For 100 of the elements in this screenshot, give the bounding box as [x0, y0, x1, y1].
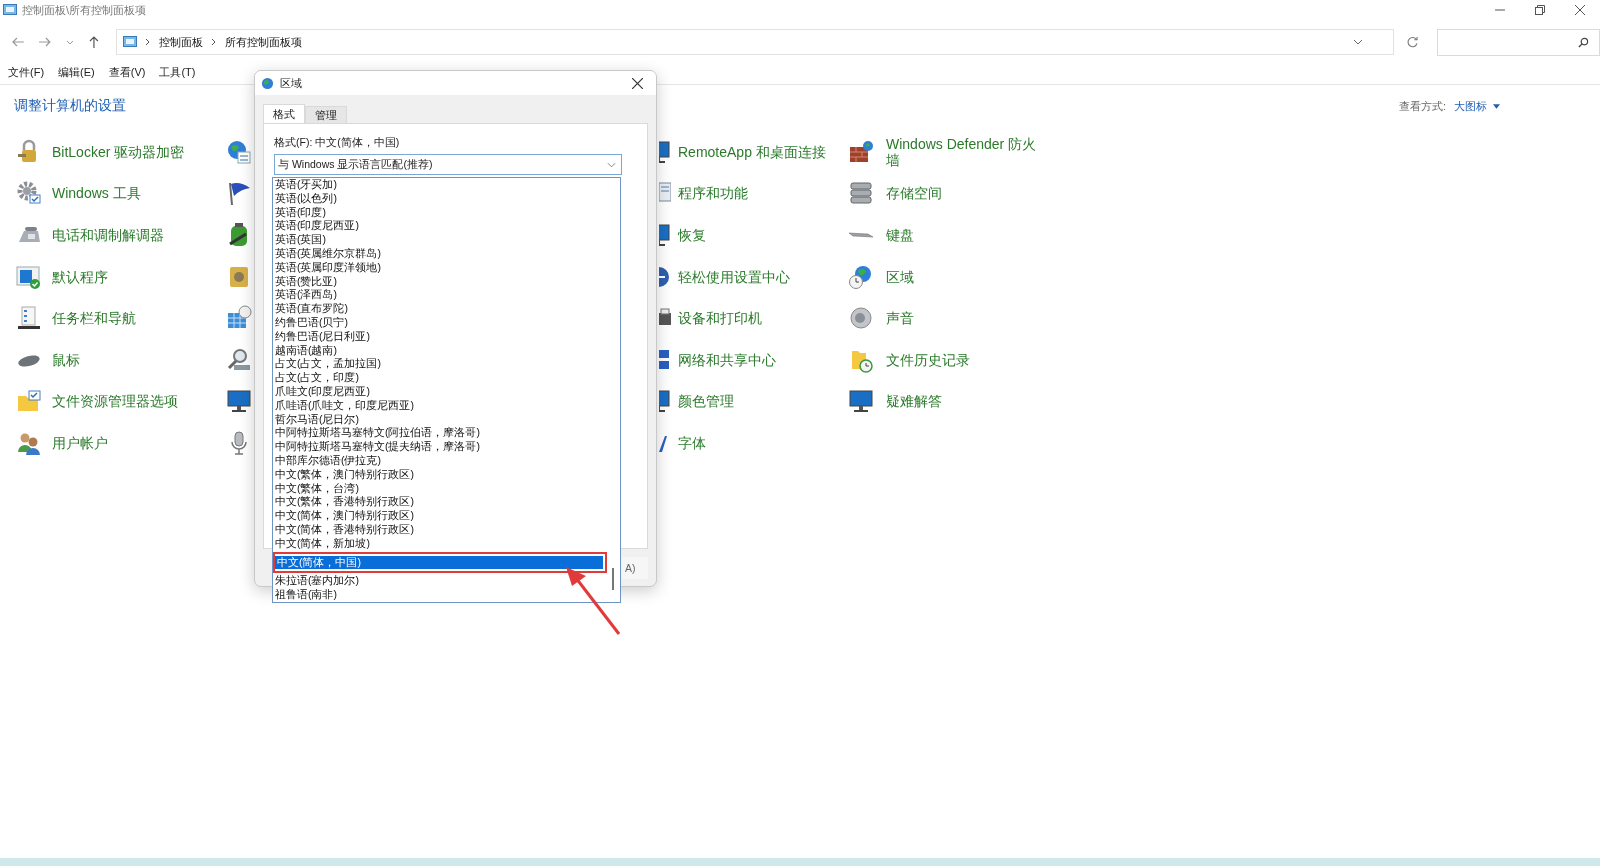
- flag-icon: [226, 180, 252, 207]
- list-option[interactable]: 朱拉语(塞内加尔): [273, 574, 607, 589]
- control-panel-icon: [122, 36, 137, 48]
- menu-item[interactable]: 文件(F): [8, 65, 45, 80]
- list-option[interactable]: 英语(英属维尔京群岛): [273, 247, 607, 261]
- restore-icon: [1535, 5, 1545, 15]
- control-panel-item[interactable]: 轻松使用设置中心: [678, 268, 790, 285]
- apply-button[interactable]: A): [622, 557, 648, 579]
- scrollbar-thumb[interactable]: [612, 568, 614, 590]
- list-option[interactable]: 英语(泽西岛): [273, 288, 607, 303]
- list-option[interactable]: 中部库尔德语(伊拉克): [273, 453, 607, 468]
- control-panel-item[interactable]: Windows 工具: [52, 185, 141, 202]
- control-panel-item[interactable]: 颜色管理: [678, 393, 734, 410]
- list-option[interactable]: 占文(占文，印度): [273, 371, 607, 385]
- control-panel-item[interactable]: 存储空间: [886, 185, 1044, 202]
- dropdown-icon[interactable]: [65, 38, 74, 46]
- dialog-title: 区域: [280, 75, 302, 91]
- list-option[interactable]: 中文(简体，香港特别行政区): [273, 522, 607, 537]
- magnifier-icon: [226, 346, 252, 373]
- list-option[interactable]: 英语(赞比亚): [273, 274, 607, 289]
- list-option[interactable]: 祖鲁语(南非): [273, 588, 607, 602]
- list-option[interactable]: 英语(英国): [273, 233, 607, 247]
- control-panel-item[interactable]: Windows Defender 防火墙: [886, 135, 1044, 168]
- control-panel-item[interactable]: 键盘: [886, 227, 1044, 243]
- list-option[interactable]: 英语(英属印度洋领地): [273, 260, 607, 275]
- control-panel-item[interactable]: 默认程序: [52, 268, 108, 285]
- view-by-label: 查看方式:: [1398, 98, 1446, 114]
- list-option[interactable]: 中文(简体，新加坡): [273, 536, 607, 551]
- chevron-icon: [210, 38, 217, 46]
- minimize-icon: [1495, 9, 1505, 11]
- list-option[interactable]: 英语(印度): [273, 205, 607, 220]
- tab[interactable]: 管理: [305, 106, 347, 123]
- control-panel-item[interactable]: 字体: [678, 434, 706, 451]
- control-panel-item[interactable]: 文件历史记录: [886, 351, 1044, 368]
- list-option[interactable]: 哲尔马语(尼日尔): [273, 412, 607, 427]
- list-option[interactable]: 英语(直布罗陀): [273, 302, 607, 316]
- list-option[interactable]: 英语(以色列): [273, 191, 607, 206]
- list-option[interactable]: 中文(繁体，澳门特别行政区): [273, 467, 607, 482]
- control-panel-item[interactable]: BitLocker 驱动器加密: [52, 143, 185, 160]
- list-option[interactable]: 中阿特拉斯塔马塞特文(阿拉伯语，摩洛哥): [273, 426, 607, 441]
- disk-stack-icon: [848, 180, 874, 207]
- menu-item[interactable]: 编辑(E): [58, 65, 95, 80]
- breadcrumb[interactable]: 所有控制面板项: [224, 34, 302, 50]
- control-panel-item[interactable]: 设备和打印机: [678, 310, 762, 327]
- list-option[interactable]: 英语(印度尼西亚): [273, 219, 607, 234]
- list-option[interactable]: 中文(简体，澳门特别行政区): [273, 509, 607, 523]
- search-icon: [1578, 36, 1589, 48]
- breadcrumb[interactable]: 控制面板: [158, 34, 203, 50]
- chevron-down-icon[interactable]: [1353, 39, 1364, 45]
- control-panel-item[interactable]: 任务栏和导航: [52, 310, 136, 327]
- list-option[interactable]: 约鲁巴语(尼日利亚): [273, 329, 607, 344]
- control-panel-item[interactable]: 区域: [886, 268, 1044, 285]
- forward-icon[interactable]: [37, 35, 52, 49]
- monitor-icon: [848, 388, 874, 415]
- menu-item[interactable]: 查看(V): [108, 65, 146, 80]
- control-panel-item[interactable]: 恢复: [678, 227, 706, 243]
- monitor-icon: [226, 388, 252, 415]
- format-label: 格式(F): 中文(简体，中国): [274, 136, 401, 150]
- close-icon: [1575, 5, 1585, 15]
- menu-item[interactable]: 工具(T): [159, 65, 196, 80]
- control-panel-item[interactable]: 网络和共享中心: [678, 351, 776, 368]
- chevron-down-icon: [607, 161, 616, 168]
- list-option[interactable]: 中阿特拉斯塔马塞特文(提夫纳语，摩洛哥): [273, 440, 607, 454]
- address-bar[interactable]: 控制面板 所有控制面板项: [115, 29, 1395, 55]
- monitor-icon: [659, 222, 671, 248]
- control-panel-item[interactable]: 电话和调制解调器: [52, 227, 164, 243]
- monitor-icon: [659, 138, 671, 165]
- list-option[interactable]: 占文(占文，孟加拉国): [273, 357, 607, 372]
- tab[interactable]: 格式: [263, 104, 305, 123]
- control-panel-icon: [3, 4, 17, 16]
- list-option[interactable]: 爪哇文(印度尼西亚): [273, 384, 607, 399]
- search-field[interactable]: [1437, 28, 1600, 56]
- control-panel-item[interactable]: 疑难解答: [886, 393, 1044, 410]
- control-panel-item[interactable]: 文件资源管理器选项: [52, 393, 178, 410]
- refresh-icon[interactable]: [1406, 35, 1420, 49]
- list-option[interactable]: 越南语(越南): [273, 343, 607, 358]
- view-by-dropdown[interactable]: 大图标: [1454, 98, 1500, 114]
- list-option[interactable]: 爪哇语(爪哇文，印度尼西亚): [273, 398, 607, 413]
- page-heading: 调整计算机的设置: [14, 97, 126, 115]
- list-option[interactable]: 约鲁巴语(贝宁): [273, 315, 607, 330]
- keyboard-icon: [848, 232, 874, 238]
- list-option[interactable]: 中文(繁体，台湾): [273, 481, 607, 496]
- list-icon: [16, 305, 42, 332]
- control-panel-item[interactable]: RemoteApp 和桌面连接: [678, 143, 826, 160]
- speaker-icon: [848, 305, 874, 332]
- list-option[interactable]: 中文(繁体，香港特别行政区): [273, 495, 607, 510]
- caret-icon: [1493, 103, 1500, 109]
- control-panel-item[interactable]: 用户帐户: [52, 434, 108, 451]
- control-panel-item[interactable]: 声音: [886, 310, 1044, 327]
- window-title: 控制面板\所有控制面板项: [22, 2, 147, 18]
- list-option[interactable]: 中文(简体，中国): [275, 555, 603, 570]
- back-icon[interactable]: [11, 35, 25, 49]
- control-panel-item[interactable]: 程序和功能: [678, 185, 748, 202]
- control-panel-item[interactable]: 鼠标: [52, 351, 80, 368]
- close-icon: [631, 77, 643, 89]
- monitor-icon: [659, 388, 671, 415]
- list-option[interactable]: 英语(牙买加): [273, 178, 607, 192]
- globe-icon: [261, 76, 274, 90]
- format-dropdown[interactable]: 与 Windows 显示语言匹配(推荐): [274, 154, 622, 175]
- chevron-icon: [144, 38, 151, 46]
